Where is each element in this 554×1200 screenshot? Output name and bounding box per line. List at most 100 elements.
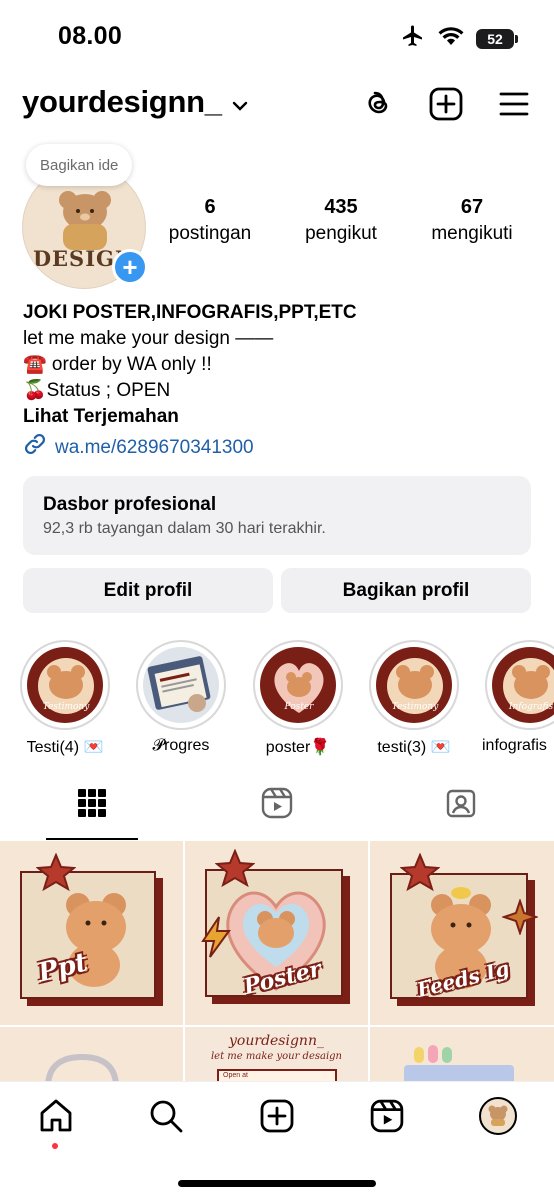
post-subtitle: let me make your desaign [210,1051,342,1062]
profile-avatar-icon [478,1096,518,1141]
highlight-label: infografis [482,737,547,754]
post-title: yourdesignn_ [229,1033,324,1049]
dashboard-subtitle: 92,3 rb tayangan dalam 30 hari terakhir. [43,520,326,537]
grid-post[interactable] [370,1027,554,1081]
highlight-item[interactable]: 𝓟rogres [133,640,229,754]
highlight-label: testi(3) 💌 [377,739,451,756]
highlight-item[interactable]: Poster poster🌹 [250,640,346,756]
highlight-ring: Poster [253,640,343,730]
profile-name: JOKI POSTER,INFOGRAFIS,PPT,ETC [23,302,357,323]
stat-label: pengikut [305,223,377,244]
bio-link[interactable]: wa.me/6289670341300 [23,432,533,464]
sparkle-icon [502,899,538,935]
highlight-badge: Infografis [508,702,554,712]
highlight-cover: Infografis [492,647,554,723]
stat-label: mengikuti [431,223,513,244]
stat-followers[interactable]: 435 pengikut [286,196,396,245]
profile-tabs [0,770,554,840]
star-icon [400,853,440,892]
highlight-ring: Testimony [369,640,459,730]
search-icon [148,1098,184,1139]
highlight-item[interactable]: Testimony Testi(4) 💌 [17,640,113,756]
highlight-cover: Poster [260,647,336,723]
star-icon [215,849,255,888]
highlight-label: 𝓟rogres [152,737,210,754]
tagged-icon [445,787,477,824]
highlight-item[interactable]: Testimony testi(3) 💌 [366,640,462,756]
bio-link-text: wa.me/6289670341300 [55,437,254,458]
grid-icon [77,788,107,823]
stat-posts[interactable]: 6 postingan [155,196,265,245]
bio-line: let me make your design —— [23,328,274,349]
highlight-cover: Testimony [376,647,452,723]
plus-square-icon[interactable] [428,86,464,122]
grid-post[interactable]: yourdesignn_ let me make your desaign Op… [185,1027,368,1081]
post-thumbnail [45,1053,119,1081]
see-translation-link[interactable]: Lihat Terjemahan [23,404,533,430]
highlight-ring: Testimony [20,640,110,730]
plus-square-icon [260,1099,294,1138]
hamburger-icon[interactable] [496,86,532,122]
note-bubble[interactable]: Bagikan ide [26,144,133,186]
profile-stats: 6 postingan 435 pengikut 67 mengikuti [150,196,550,256]
highlight-badge: Poster [284,702,315,712]
stat-following[interactable]: 67 mengikuti [417,196,527,245]
wifi-icon [438,26,464,51]
tab-reels[interactable] [231,770,323,840]
nav-profile[interactable] [476,1096,520,1140]
stat-value: 6 [204,196,216,218]
battery-icon: 52 [476,28,518,49]
highlight-badge: Testimony [43,702,90,712]
chevron-down-icon [232,84,248,120]
nav-home[interactable] [34,1096,78,1140]
grid-post[interactable]: Feeds Ig [370,841,554,1025]
nav-search[interactable] [144,1096,188,1140]
highlight-cover [143,647,219,723]
link-icon [23,432,47,464]
edit-profile-button[interactable]: Edit profil [23,568,273,613]
highlight-cover: Testimony [27,647,103,723]
star-icon [36,853,76,892]
home-icon [38,1098,74,1139]
post-thumbnail [404,1045,514,1081]
status-time: 08.00 [58,22,123,50]
username-switcher[interactable]: yourdesignn_ [22,84,248,120]
posts-grid: Ppt Poster Feeds Ig yourdesignn_ let me … [0,841,554,1081]
airplane-icon [400,24,426,53]
username: yourdesignn_ [22,84,222,119]
bio-line: 🍒Status ; OPEN [23,380,171,401]
tab-tagged[interactable] [415,770,507,840]
status-icons: 52 [400,24,518,53]
highlight-item[interactable]: Infografis infografis [482,640,554,754]
stat-label: postingan [168,223,252,244]
post-small-text: Open at [223,1072,248,1079]
battery-level: 52 [487,30,503,47]
threads-icon[interactable] [360,86,396,122]
notification-dot [52,1143,58,1149]
post-box: Open at [217,1069,337,1081]
nav-reels[interactable] [365,1096,409,1140]
lightning-icon [201,916,231,958]
nav-create[interactable] [255,1096,299,1140]
share-profile-button[interactable]: Bagikan profil [281,568,531,613]
highlight-ring [136,640,226,730]
stat-value: 67 [460,196,484,218]
highlight-label: poster🌹 [265,739,331,756]
highlight-badge: Testimony [392,702,439,712]
grid-post[interactable]: Ppt [0,841,183,1025]
home-indicator [178,1180,376,1187]
highlight-label: Testi(4) 💌 [26,739,104,756]
professional-dashboard[interactable]: Dasbor profesional 92,3 rb tayangan dala… [23,476,531,555]
reels-icon [261,787,293,824]
profile-header: yourdesignn_ [0,78,554,134]
grid-post[interactable]: Poster [185,841,368,1025]
tab-posts[interactable] [46,770,138,840]
add-story-button[interactable]: + [112,249,148,285]
profile-bio: JOKI POSTER,INFOGRAFIS,PPT,ETC let me ma… [23,300,533,464]
highlight-ring: Infografis [485,640,554,730]
status-bar: 08.00 52 [0,0,554,72]
dashboard-title: Dasbor profesional [43,494,217,515]
grid-post[interactable] [0,1027,183,1081]
stat-value: 435 [324,196,358,218]
bio-line: ☎️ order by WA only !! [23,354,212,375]
